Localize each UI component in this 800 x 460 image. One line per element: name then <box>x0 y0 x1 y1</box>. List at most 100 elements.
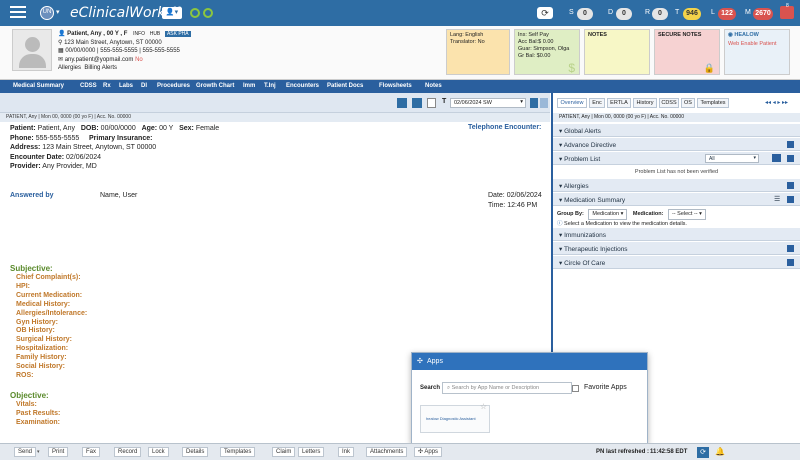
counter-t-badge[interactable]: 946 <box>683 8 701 20</box>
counter-d-label[interactable]: D <box>608 9 613 16</box>
hospitalization-link[interactable]: Hospitalization: <box>16 345 87 354</box>
refresh-icon[interactable]: ⟳ <box>537 7 553 19</box>
text-format-icon[interactable]: T <box>442 98 446 105</box>
edit-icon[interactable] <box>787 259 794 266</box>
attachments-button[interactable]: Attachments <box>366 447 408 457</box>
tab-enc[interactable]: Enc <box>589 98 605 108</box>
edit-icon[interactable] <box>787 182 794 189</box>
details-button[interactable]: Details <box>182 447 209 457</box>
save-icon[interactable] <box>397 98 407 108</box>
list-view-icon[interactable]: ☰ <box>774 195 780 203</box>
billing-alerts-link[interactable]: Billing Alerts <box>84 65 117 71</box>
counter-m-badge[interactable]: 2670 <box>753 8 773 20</box>
nav-encounters[interactable]: Encounters <box>286 83 319 89</box>
nav-tinj[interactable]: T.Inj <box>264 83 276 89</box>
nav-medical-summary[interactable]: Medical Summary <box>13 83 64 89</box>
edit-icon[interactable] <box>787 155 794 162</box>
claim-button[interactable]: Claim <box>272 447 296 457</box>
section-medication-summary[interactable]: ▾ Medication Summary ☰ <box>553 193 800 206</box>
tab-os[interactable]: OS <box>681 98 695 108</box>
favorite-apps-label[interactable]: Favorite Apps <box>584 384 627 391</box>
section-immunizations[interactable]: ▾ Immunizations <box>553 228 800 241</box>
chief-complaint-link[interactable]: Chief Complaint(s): <box>16 274 87 283</box>
group-by-select[interactable]: Medication ▾ <box>588 209 628 220</box>
print-button[interactable]: Print <box>48 447 69 457</box>
counter-r-label[interactable]: R <box>645 9 650 16</box>
secure-notes-card[interactable]: SECURE NOTES 🔒 <box>654 29 720 75</box>
hub-tag[interactable]: HUB <box>150 31 161 37</box>
section-allergies[interactable]: ▾ Allergies <box>553 179 800 192</box>
allergies-intolerance-link[interactable]: Allergies/Intolerance: <box>16 310 87 319</box>
nav-flowsheets[interactable]: Flowsheets <box>379 83 412 89</box>
problem-list-action-icon[interactable] <box>772 154 781 162</box>
lock-button[interactable]: Lock <box>148 447 169 457</box>
counter-s-label[interactable]: S <box>569 9 574 16</box>
tab-ertla[interactable]: ERTLA <box>607 98 631 108</box>
hpi-link[interactable]: HPI: <box>16 283 87 292</box>
surgical-history-link[interactable]: Surgical History: <box>16 336 87 345</box>
edit-icon[interactable] <box>787 196 794 203</box>
notes-card[interactable]: NOTES <box>584 29 650 75</box>
section-therapeutic-injections[interactable]: ▾ Therapeutic Injections <box>553 242 800 255</box>
expand-icon[interactable] <box>540 98 548 108</box>
tab-templates[interactable]: Templates <box>697 98 729 108</box>
record-button[interactable]: Record <box>114 447 142 457</box>
nav-patient-docs[interactable]: Patient Docs <box>327 83 363 89</box>
patient-email[interactable]: any.patient@yopmail.com <box>65 57 134 63</box>
fax-button[interactable]: Fax <box>82 447 101 457</box>
language-card[interactable]: Lang: English Translator: No <box>446 29 510 75</box>
status-circle-icon[interactable] <box>190 8 200 18</box>
counter-d-badge[interactable]: 0 <box>616 8 632 20</box>
send-button[interactable]: Send <box>14 447 37 457</box>
user-avatar[interactable]: UN <box>40 6 54 20</box>
objective-heading[interactable]: Objective: <box>10 391 60 401</box>
print-icon[interactable] <box>412 98 422 108</box>
gyn-history-link[interactable]: Gyn History: <box>16 319 87 328</box>
medical-history-link[interactable]: Medical History: <box>16 301 87 310</box>
counter-t-label[interactable]: T <box>675 9 679 16</box>
section-global-alerts[interactable]: ▾ Global Alerts <box>553 124 800 137</box>
counter-m-label[interactable]: M <box>745 9 751 16</box>
counter-l-badge[interactable]: 122 <box>718 8 736 20</box>
ros-link[interactable]: ROS: <box>16 372 87 381</box>
edit-icon[interactable] <box>787 245 794 252</box>
encounter-date-select[interactable]: 02/06/2024 SW ▾ <box>450 98 526 108</box>
web-enable-patient-link[interactable]: Web Enable Patient <box>728 41 786 48</box>
document-icon[interactable] <box>427 98 436 108</box>
patient-photo[interactable] <box>12 29 52 71</box>
apps-button[interactable]: ✣ Apps <box>414 447 443 457</box>
nav-notes[interactable]: Notes <box>425 83 442 89</box>
patient-name[interactable]: Patient, Any , 00 Y , F <box>67 31 127 37</box>
insurance-card[interactable]: Ins: Self Pay Acc Bal:$ 0.00 Guar: Simps… <box>514 29 580 75</box>
counter-s-badge[interactable]: 0 <box>577 8 593 20</box>
past-results-link[interactable]: Past Results: <box>16 410 60 419</box>
edit-icon[interactable] <box>787 141 794 148</box>
current-medication-link[interactable]: Current Medication: <box>16 292 87 301</box>
problem-filter-select[interactable]: All ▾ <box>705 154 759 163</box>
pane-nav-arrows-icon[interactable]: ◂◂ ◂ ▸ ▸▸ <box>765 99 788 106</box>
family-history-link[interactable]: Family History: <box>16 354 87 363</box>
info-tag[interactable]: INFO <box>133 31 145 37</box>
tab-history[interactable]: History <box>633 98 657 108</box>
healow-card[interactable]: ◉ HEALOW Web Enable Patient <box>724 29 790 75</box>
counter-l-label[interactable]: L <box>711 9 715 16</box>
nav-growth-chart[interactable]: Growth Chart <box>196 83 234 89</box>
nav-procedures[interactable]: Procedures <box>157 83 190 89</box>
subjective-heading[interactable]: Subjective: <box>10 264 87 274</box>
ob-history-link[interactable]: OB History: <box>16 327 87 336</box>
medication-select[interactable]: -- Select -- ▾ <box>667 209 706 220</box>
nav-imm[interactable]: Imm <box>243 83 255 89</box>
vitals-link[interactable]: Vitals: <box>16 401 60 410</box>
refresh-note-icon[interactable]: ⟳ <box>697 447 709 458</box>
panel-toggle-icon[interactable] <box>530 98 538 108</box>
chevron-down-icon[interactable]: ▾ <box>56 8 60 16</box>
social-history-link[interactable]: Social History: <box>16 363 87 372</box>
section-advance-directive[interactable]: ▾ Advance Directive <box>553 138 800 151</box>
section-problem-list[interactable]: ▾ Problem List All ▾ <box>553 152 800 165</box>
letters-button[interactable]: Letters <box>298 447 325 457</box>
templates-button[interactable]: Templates <box>220 447 256 457</box>
nav-cdss[interactable]: CDSS <box>80 83 97 89</box>
app-card-healow[interactable]: ☆ healow Diagnostic Assistant <box>420 402 490 433</box>
apps-search-input[interactable]: ⌕ Search by App Name or Description <box>442 382 572 394</box>
status-circle-icon-2[interactable] <box>203 8 213 18</box>
